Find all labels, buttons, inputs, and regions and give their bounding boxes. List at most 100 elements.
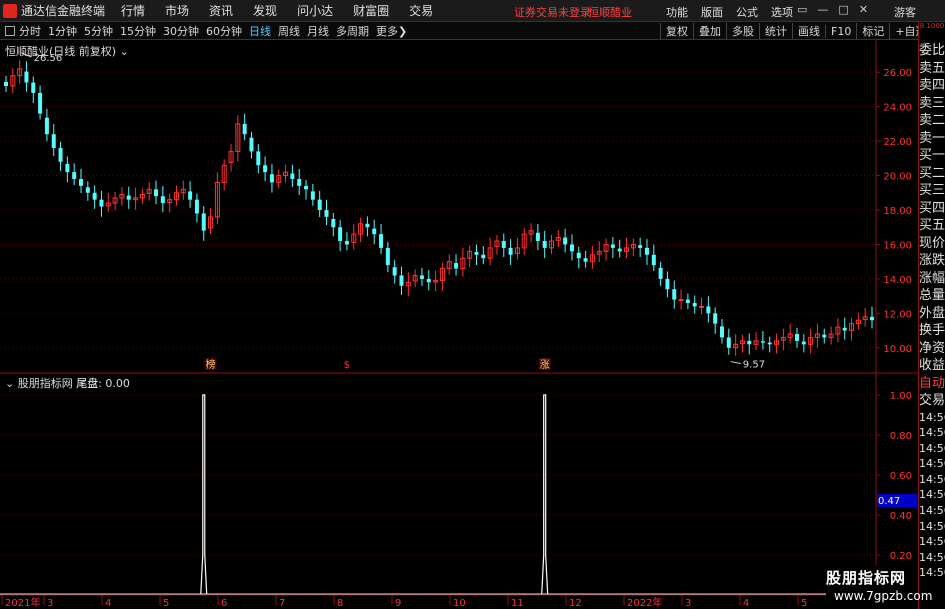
candle-body (583, 258, 588, 262)
y-tick-label: 18.00 (883, 206, 912, 217)
x-tick-label: 8 (337, 598, 343, 609)
guest-label[interactable]: 游客 (894, 4, 916, 20)
trade-login-notice[interactable]: 证券交易未登录 (514, 4, 591, 20)
candle-body (51, 134, 56, 148)
candle-body (610, 244, 615, 248)
period-multi[interactable]: 多周期 (336, 23, 369, 39)
candle-body (201, 213, 206, 231)
y-tick-label: 24.00 (883, 103, 912, 114)
current-stock-name[interactable]: 恒顺醋业 (588, 4, 632, 20)
period-more[interactable]: 更多❯ (376, 23, 407, 39)
app-title: 通达信金融终端 (21, 4, 106, 18)
menu-market[interactable]: 市场 (165, 2, 189, 19)
indicator-y-tick-label: 0.20 (890, 551, 912, 562)
x-tick-label: 3 (47, 598, 53, 609)
chevron-down-icon[interactable]: ⌄ (5, 377, 14, 390)
close-icon[interactable]: ✕ (859, 3, 868, 16)
tool-overlay[interactable]: 叠加 (693, 23, 726, 39)
menu-formula[interactable]: 公式 (736, 4, 758, 20)
period-monthly[interactable]: 月线 (307, 23, 329, 39)
candle-body (290, 173, 295, 179)
menu-wealth[interactable]: 财富圈 (353, 2, 389, 19)
tool-f10[interactable]: F10 (825, 24, 856, 38)
tool-stats[interactable]: 统计 (759, 23, 792, 39)
tool-multi-stock[interactable]: 多股 (726, 23, 759, 39)
tool-draw[interactable]: 画线 (792, 23, 825, 39)
chevron-down-icon[interactable]: ⌄ (120, 45, 129, 58)
trade-time: 14:56 (919, 535, 945, 549)
indicator-y-tick-label: 0.60 (890, 471, 912, 482)
quote-field: 总量 (919, 288, 945, 303)
candle-body (44, 117, 49, 135)
menu-news[interactable]: 资讯 (209, 2, 233, 19)
candle-body (85, 187, 90, 193)
candle-body (269, 174, 274, 183)
menu-ask[interactable]: 问小达 (297, 2, 333, 19)
event-marker: $ (344, 360, 350, 371)
signal-spike (200, 394, 208, 596)
right-menu: 功能 版面 公式 选项 (666, 4, 806, 20)
quote-field: 收益 (919, 358, 945, 373)
candle-body (651, 254, 656, 266)
x-tick-label: 11 (511, 598, 524, 609)
period-intraday[interactable]: 分时 (19, 23, 41, 39)
quote-field: 买四 (919, 200, 945, 216)
quote-field: 买三 (919, 183, 945, 198)
period-15min[interactable]: 15分钟 (120, 23, 156, 39)
minimize-icon[interactable]: — (817, 3, 828, 16)
trade-label[interactable]: 交易 (919, 392, 945, 410)
menu-layout[interactable]: 版面 (701, 4, 723, 20)
y-tick-label: 20.00 (883, 172, 912, 183)
period-30min[interactable]: 30分钟 (163, 23, 199, 39)
quote-side-panel: 8 1000 委比 卖五 卖四 卖三 卖二 卖一 买一 买二 买三 买四 买五 现价 涨跌 涨幅 总量 外盘换… (918, 22, 945, 609)
x-tick-label: 5 (163, 598, 169, 609)
restore-icon[interactable]: ▭ (797, 3, 807, 16)
event-marker: 涨 (540, 359, 550, 371)
panel-toggle-icon[interactable] (5, 25, 15, 36)
candle-body (297, 179, 302, 186)
menu-discover[interactable]: 发现 (253, 2, 277, 19)
indicator-panel-title[interactable]: ⌄ 股朋指标网 尾盘: 0.00 (5, 375, 130, 391)
candle-body (801, 341, 806, 345)
quote-field: 买二 (919, 165, 945, 181)
menu-options[interactable]: 选项 (771, 4, 793, 20)
tool-adjust[interactable]: 复权 (660, 23, 693, 39)
trade-time: 14:56 (919, 566, 945, 580)
chevron-right-icon: ❯ (398, 24, 408, 38)
kline-chart[interactable]: 26.569.57 26.0024.0022.0020.0018.0016.00… (0, 40, 918, 609)
candle-body (256, 151, 261, 166)
menu-quotes[interactable]: 行情 (121, 2, 145, 19)
x-tick-label: 7 (279, 598, 285, 609)
candle-body (535, 232, 540, 241)
event-marker: 榜 (206, 358, 216, 371)
candle-body (576, 252, 581, 259)
price-panel-title[interactable]: 恒顺醋业(日线 前复权) ⌄ (5, 43, 129, 59)
x-tick-label: 4 (743, 598, 749, 609)
candle-body (24, 71, 29, 83)
trade-time: 14:56 (919, 504, 945, 518)
period-1min[interactable]: 1分钟 (48, 23, 77, 39)
candle-body (767, 342, 772, 345)
candle-body (419, 275, 424, 279)
maximize-icon[interactable]: □ (838, 3, 848, 16)
app-logo-icon (3, 3, 17, 18)
period-60min[interactable]: 60分钟 (206, 23, 242, 39)
period-5min[interactable]: 5分钟 (84, 23, 113, 39)
candle-body (678, 299, 684, 302)
candle-body (317, 199, 322, 210)
menu-trade[interactable]: 交易 (409, 2, 433, 19)
tool-mark[interactable]: 标记 (856, 23, 889, 39)
candle-body (310, 191, 315, 200)
quote-field: 外盘 (919, 305, 945, 321)
trade-time: 14:56 (919, 457, 945, 471)
low-pointer (730, 361, 741, 365)
candle-body (249, 137, 254, 152)
candle-body (474, 252, 479, 255)
quote-field: 买一 (919, 148, 945, 163)
period-daily[interactable]: 日线 (249, 23, 271, 39)
candle-body (372, 228, 377, 235)
menu-function[interactable]: 功能 (666, 4, 688, 20)
auto-label[interactable]: 自动 (919, 375, 945, 393)
candle-body (719, 326, 724, 338)
period-weekly[interactable]: 周线 (278, 23, 300, 39)
